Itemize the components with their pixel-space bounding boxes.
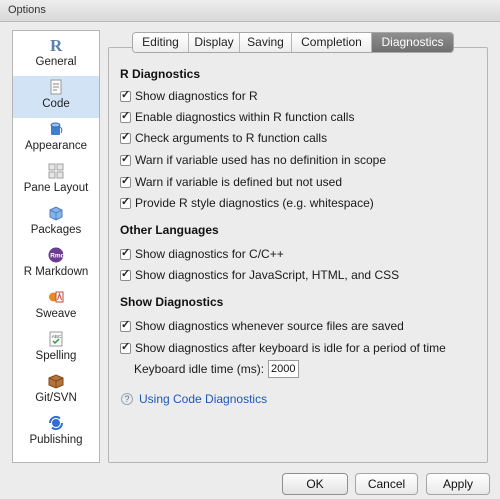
option-label: Show diagnostics for JavaScript, HTML, a… xyxy=(135,268,400,282)
option-label: Check arguments to R function calls xyxy=(135,131,328,145)
title-bar: Options xyxy=(0,0,500,22)
option-label: Show diagnostics whenever source files a… xyxy=(135,319,404,333)
checkbox[interactable]: ✓ xyxy=(120,246,131,260)
sidebar-item-label: General xyxy=(35,56,77,68)
option-show-on-idle: ✓ Show diagnostics after keyboard is idl… xyxy=(120,340,446,356)
checkmark-icon: ✓ xyxy=(121,340,131,353)
option-label: Enable diagnostics within R function cal… xyxy=(135,110,355,124)
ok-button[interactable]: OK xyxy=(282,473,348,495)
tab-bar: Editing Display Saving Completion Diagno… xyxy=(132,32,454,53)
checkbox[interactable]: ✓ xyxy=(120,109,131,123)
idle-time-input[interactable] xyxy=(268,360,300,378)
checkbox[interactable]: ✓ xyxy=(120,130,131,144)
option-r-style-diagnostics: ✓ Provide R style diagnostics (e.g. whit… xyxy=(120,195,374,211)
checkbox[interactable]: ✓ xyxy=(120,195,131,209)
window-title: Options xyxy=(8,4,46,16)
option-label: Warn if variable used has no definition … xyxy=(135,153,387,167)
tab-saving[interactable]: Saving xyxy=(240,33,292,52)
git-box-icon xyxy=(48,374,64,389)
sidebar-item-label: Git/SVN xyxy=(35,392,77,404)
checkmark-icon: ✓ xyxy=(121,88,131,101)
r-logo-icon: R xyxy=(50,37,63,53)
help-row: ? Using Code Diagnostics xyxy=(121,392,267,406)
rmd-icon: Rmd xyxy=(48,247,64,263)
sidebar-item-sweave[interactable]: Sweave xyxy=(13,286,99,328)
sidebar-item-publishing[interactable]: Publishing xyxy=(13,412,99,454)
tab-diagnostics[interactable]: Diagnostics xyxy=(372,33,453,52)
sidebar-item-label: Sweave xyxy=(35,308,77,320)
checkbox[interactable]: ✓ xyxy=(120,174,131,188)
checkmark-icon: ✓ xyxy=(121,109,131,122)
checkmark-icon: ✓ xyxy=(121,174,131,187)
sidebar-item-label: Pane Layout xyxy=(23,182,89,194)
option-check-arguments: ✓ Check arguments to R function calls xyxy=(120,130,327,146)
package-box-icon xyxy=(49,206,63,221)
sidebar-item-spelling[interactable]: ABC Spelling xyxy=(13,328,99,370)
sidebar-item-appearance[interactable]: Appearance xyxy=(13,118,99,160)
checkmark-icon: ✓ xyxy=(121,195,131,208)
option-label: Provide R style diagnostics (e.g. whites… xyxy=(135,196,374,210)
sweave-icon xyxy=(49,291,64,303)
sidebar-item-general[interactable]: R General xyxy=(13,34,99,76)
checkmark-icon: ✓ xyxy=(121,130,131,143)
checkbox[interactable]: ✓ xyxy=(120,267,131,281)
publishing-icon xyxy=(48,415,64,431)
sidebar-item-label: Publishing xyxy=(29,434,83,446)
idle-time-row: Keyboard idle time (ms): xyxy=(134,359,300,379)
pane-layout-icon xyxy=(48,163,64,179)
sidebar-item-git-svn[interactable]: Git/SVN xyxy=(13,370,99,412)
cancel-button[interactable]: Cancel xyxy=(355,473,418,495)
tab-display[interactable]: Display xyxy=(189,33,240,52)
idle-time-label: Keyboard idle time (ms): xyxy=(134,362,265,376)
tab-editing[interactable]: Editing xyxy=(133,33,189,52)
option-label: Show diagnostics after keyboard is idle … xyxy=(135,341,446,355)
window-body: R General Code Appearance Pane Layout Pa… xyxy=(0,22,500,499)
svg-text:R: R xyxy=(50,37,63,53)
option-diagnostics-js-html-css: ✓ Show diagnostics for JavaScript, HTML,… xyxy=(120,267,399,283)
checkmark-icon: ✓ xyxy=(121,152,131,165)
checkbox[interactable]: ✓ xyxy=(120,152,131,166)
checkbox[interactable]: ✓ xyxy=(120,318,131,332)
sidebar-item-packages[interactable]: Packages xyxy=(13,202,99,244)
option-diagnostics-within-calls: ✓ Enable diagnostics within R function c… xyxy=(120,109,354,125)
tab-completion[interactable]: Completion xyxy=(292,33,372,52)
option-label: Show diagnostics for R xyxy=(135,89,258,103)
apply-button[interactable]: Apply xyxy=(426,473,490,495)
sidebar-item-r-markdown[interactable]: Rmd R Markdown xyxy=(13,244,99,286)
option-warn-unused-variable: ✓ Warn if variable is defined but not us… xyxy=(120,174,342,190)
option-show-on-save: ✓ Show diagnostics whenever source files… xyxy=(120,318,404,334)
svg-text:Rmd: Rmd xyxy=(50,253,64,260)
sidebar-item-code[interactable]: Code xyxy=(13,76,99,118)
using-code-diagnostics-link[interactable]: Using Code Diagnostics xyxy=(139,392,267,406)
checkbox[interactable]: ✓ xyxy=(120,88,131,102)
section-title-show-diagnostics: Show Diagnostics xyxy=(120,295,224,309)
option-label: Warn if variable is defined but not used xyxy=(135,175,343,189)
option-diagnostics-cpp: ✓ Show diagnostics for C/C++ xyxy=(120,246,284,262)
section-title-r-diagnostics: R Diagnostics xyxy=(120,67,201,81)
sidebar-item-label: Code xyxy=(42,98,70,110)
svg-text:ABC: ABC xyxy=(52,334,62,340)
section-title-other-languages: Other Languages xyxy=(120,223,219,237)
sidebar-item-label: Spelling xyxy=(35,350,77,362)
paint-bucket-icon xyxy=(50,122,63,135)
option-label: Show diagnostics for C/C++ xyxy=(135,247,284,261)
help-icon: ? xyxy=(121,393,133,405)
spellcheck-icon: ABC xyxy=(49,331,63,347)
checkmark-icon: ✓ xyxy=(121,267,131,280)
checkbox[interactable]: ✓ xyxy=(120,340,131,354)
checkmark-icon: ✓ xyxy=(121,318,131,331)
sidebar-item-pane-layout[interactable]: Pane Layout xyxy=(13,160,99,202)
option-show-diagnostics-r: ✓ Show diagnostics for R xyxy=(120,88,258,104)
checkmark-icon: ✓ xyxy=(121,246,131,259)
sidebar-item-label: Packages xyxy=(30,224,82,236)
sidebar-item-label: Appearance xyxy=(24,140,88,152)
option-warn-undefined-variable: ✓ Warn if variable used has no definitio… xyxy=(120,152,386,168)
code-doc-icon xyxy=(50,79,62,95)
sidebar-item-label: R Markdown xyxy=(23,266,89,278)
sidebar: R General Code Appearance Pane Layout Pa… xyxy=(12,30,100,463)
